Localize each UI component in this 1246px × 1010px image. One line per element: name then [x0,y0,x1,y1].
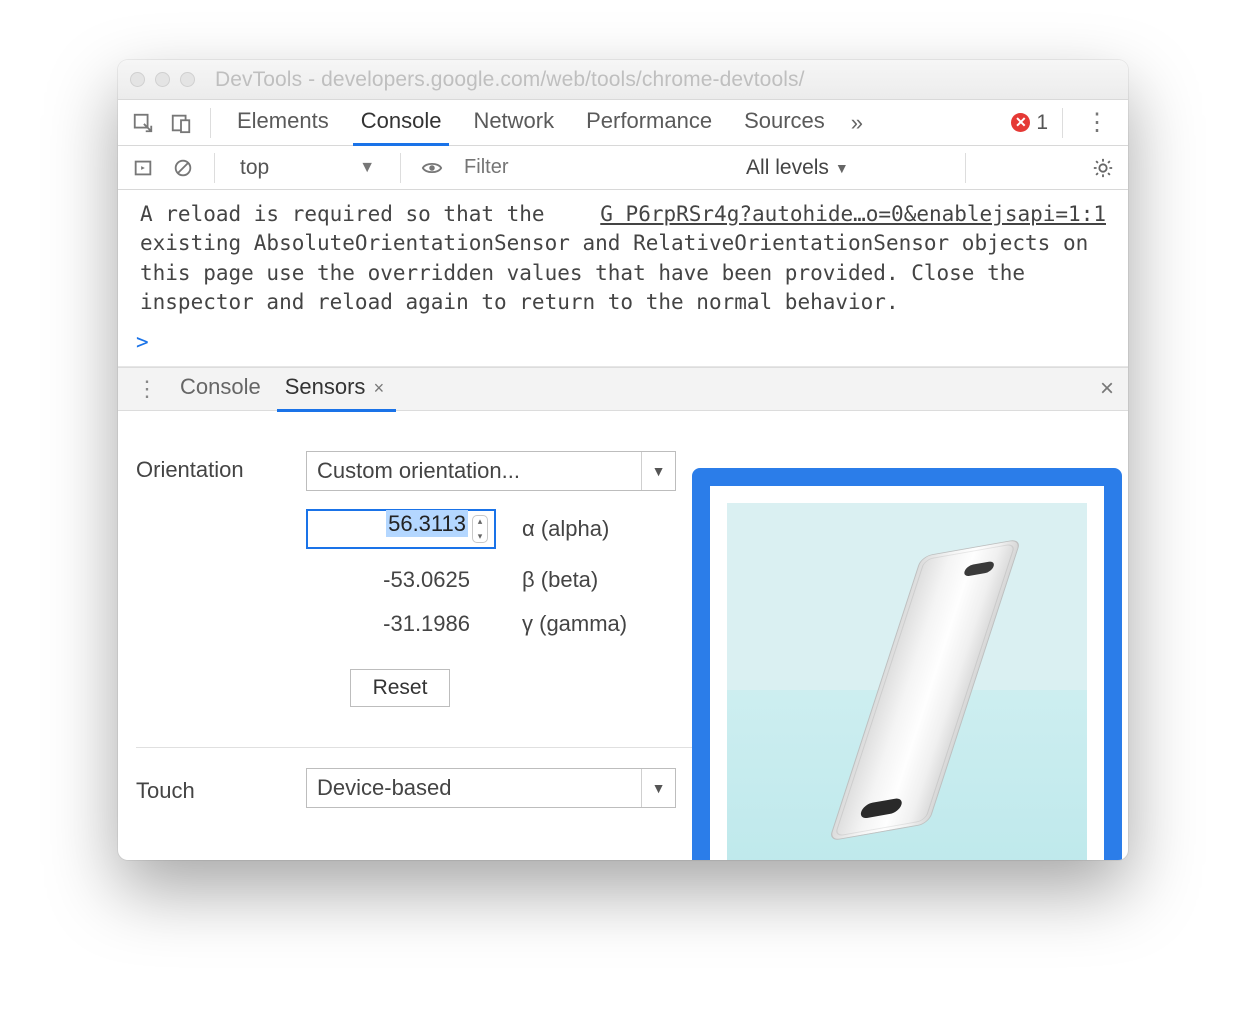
execution-context-select[interactable]: top ▼ [231,151,384,185]
live-expressions-icon[interactable] [417,153,447,183]
drawer-tabstrip: ⋮ Console Sensors × × [118,367,1128,411]
gamma-label: γ (gamma) [522,611,627,637]
stepper-icon[interactable]: ▴▾ [472,515,488,543]
error-count: 1 [1036,111,1048,135]
error-icon: ✕ [1011,113,1030,132]
orientation-label: Orientation [136,451,276,483]
traffic-lights [130,72,195,87]
tab-console[interactable]: Console [349,100,454,145]
console-toolbar: top ▼ All levels ▼ [118,146,1128,190]
separator [1062,108,1063,138]
orientation-select-value: Custom orientation... [317,458,520,484]
prompt-chevron-icon: > [136,330,149,354]
orientation-preview-highlight [692,468,1122,860]
tab-network[interactable]: Network [461,100,566,145]
error-badge[interactable]: ✕ 1 [1011,111,1048,135]
drawer-tab-label: Sensors [285,374,366,399]
alpha-label: α (alpha) [522,516,609,542]
beta-label: β (beta) [522,567,598,593]
alpha-value: 56.3113 [386,510,468,537]
msg-text: A reload is required so that the [140,202,545,226]
console-filter-input[interactable] [457,153,736,183]
drawer-close-icon[interactable]: × [1096,375,1118,403]
clear-console-icon[interactable] [168,153,198,183]
main-menu-kebab[interactable]: ⋮ [1077,108,1118,137]
console-settings-gear-icon[interactable] [1088,153,1118,183]
tab-sources[interactable]: Sources [732,100,837,145]
msg-text: existing AbsoluteOrientationSensor and R… [140,231,1088,314]
tab-elements[interactable]: Elements [225,100,341,145]
close-tab-icon[interactable]: × [372,378,389,398]
drawer-tab-console[interactable]: Console [170,366,271,411]
gamma-value[interactable]: -31.1986 [306,611,496,637]
log-levels-select[interactable]: All levels ▼ [746,156,849,180]
console-sidebar-toggle-icon[interactable] [128,153,158,183]
traffic-close[interactable] [130,72,145,87]
drawer-menu-kebab[interactable]: ⋮ [128,376,166,402]
alpha-input[interactable]: 56.3113 ▴▾ [306,509,496,549]
console-messages: A reload is required so that the G P6rpR… [118,190,1128,324]
window-title: DevTools - developers.google.com/web/too… [215,68,1116,92]
drawer-tab-sensors[interactable]: Sensors × [275,366,398,411]
device-toggle-icon[interactable] [166,108,196,138]
console-prompt[interactable]: > [118,324,1128,367]
orientation-select[interactable]: Custom orientation... ▼ [306,451,676,491]
reset-button[interactable]: Reset [350,669,450,707]
traffic-zoom[interactable] [180,72,195,87]
separator [965,153,966,183]
orientation-3d-preview[interactable] [727,503,1087,860]
touch-select-value: Device-based [317,775,452,801]
context-label: top [240,156,269,180]
chevron-down-icon: ▼ [641,769,675,807]
main-tabstrip: Elements Console Network Performance Sou… [118,100,1128,146]
chevron-down-icon: ▼ [835,160,849,176]
levels-label: All levels [746,156,829,180]
traffic-minimize[interactable] [155,72,170,87]
more-tabs-chevron[interactable]: » [845,110,869,136]
separator [214,153,215,183]
touch-label: Touch [136,772,276,804]
console-source-link[interactable]: G P6rpRSr4g?autohide…o=0&enablejsapi=1:1 [600,200,1106,229]
separator [210,108,211,138]
console-message: A reload is required so that the G P6rpR… [140,200,1106,318]
beta-value[interactable]: -53.0625 [306,567,496,593]
separator [400,153,401,183]
chevron-down-icon: ▼ [359,159,375,177]
inspect-icon[interactable] [128,108,158,138]
window-titlebar: DevTools - developers.google.com/web/too… [118,60,1128,100]
tab-performance[interactable]: Performance [574,100,724,145]
chevron-down-icon: ▼ [641,452,675,490]
touch-select[interactable]: Device-based ▼ [306,768,676,808]
devtools-window: DevTools - developers.google.com/web/too… [118,60,1128,860]
